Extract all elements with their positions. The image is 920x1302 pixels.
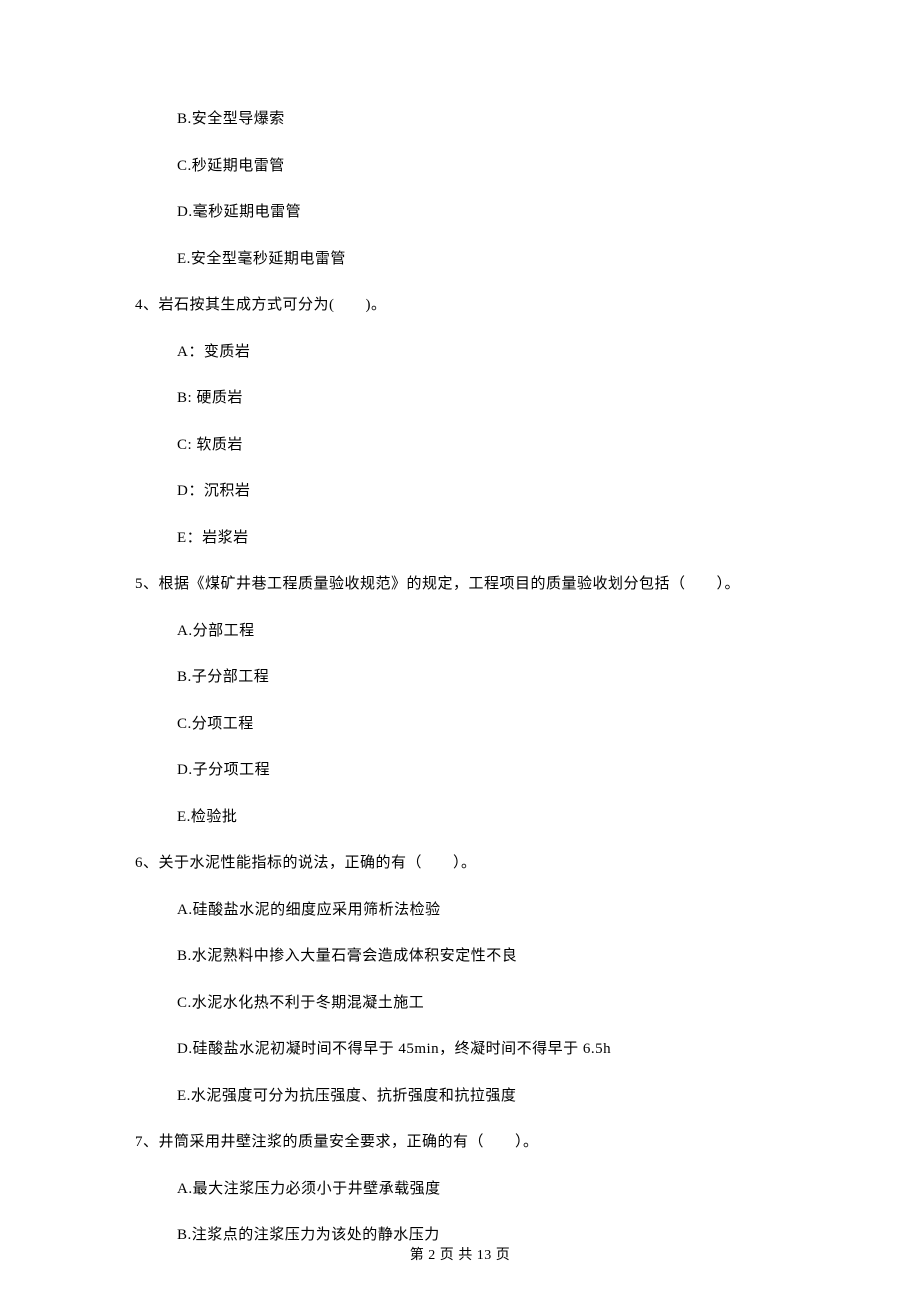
question-stem: 6、关于水泥性能指标的说法，正确的有（ ）。 [135, 852, 785, 875]
option-text: A.最大注浆压力必须小于井壁承载强度 [135, 1178, 785, 1201]
option-text: C.秒延期电雷管 [135, 155, 785, 178]
option-text: B.子分部工程 [135, 666, 785, 689]
option-text: E.安全型毫秒延期电雷管 [135, 248, 785, 271]
page-footer: 第 2 页 共 13 页 [0, 1245, 920, 1266]
option-text: B: 硬质岩 [135, 387, 785, 410]
option-text: B.安全型导爆索 [135, 108, 785, 131]
question-stem: 5、根据《煤矿井巷工程质量验收规范》的规定，工程项目的质量验收划分包括（ ）。 [135, 573, 785, 596]
option-text: A.硅酸盐水泥的细度应采用筛析法检验 [135, 899, 785, 922]
option-text: E.检验批 [135, 806, 785, 829]
option-text: E：岩浆岩 [135, 527, 785, 550]
option-text: D.毫秒延期电雷管 [135, 201, 785, 224]
option-text: D.硅酸盐水泥初凝时间不得早于 45min，终凝时间不得早于 6.5h [135, 1038, 785, 1061]
option-text: D：沉积岩 [135, 480, 785, 503]
option-text: E.水泥强度可分为抗压强度、抗折强度和抗拉强度 [135, 1085, 785, 1108]
option-text: C.分项工程 [135, 713, 785, 736]
document-page: B.安全型导爆索 C.秒延期电雷管 D.毫秒延期电雷管 E.安全型毫秒延期电雷管… [0, 0, 920, 1302]
option-text: B.注浆点的注浆压力为该处的静水压力 [135, 1224, 785, 1247]
option-text: A：变质岩 [135, 341, 785, 364]
option-text: B.水泥熟料中掺入大量石膏会造成体积安定性不良 [135, 945, 785, 968]
option-text: A.分部工程 [135, 620, 785, 643]
option-text: C: 软质岩 [135, 434, 785, 457]
option-text: D.子分项工程 [135, 759, 785, 782]
question-stem: 4、岩石按其生成方式可分为( )。 [135, 294, 785, 317]
question-stem: 7、井筒采用井壁注浆的质量安全要求，正确的有（ ）。 [135, 1131, 785, 1154]
option-text: C.水泥水化热不利于冬期混凝土施工 [135, 992, 785, 1015]
